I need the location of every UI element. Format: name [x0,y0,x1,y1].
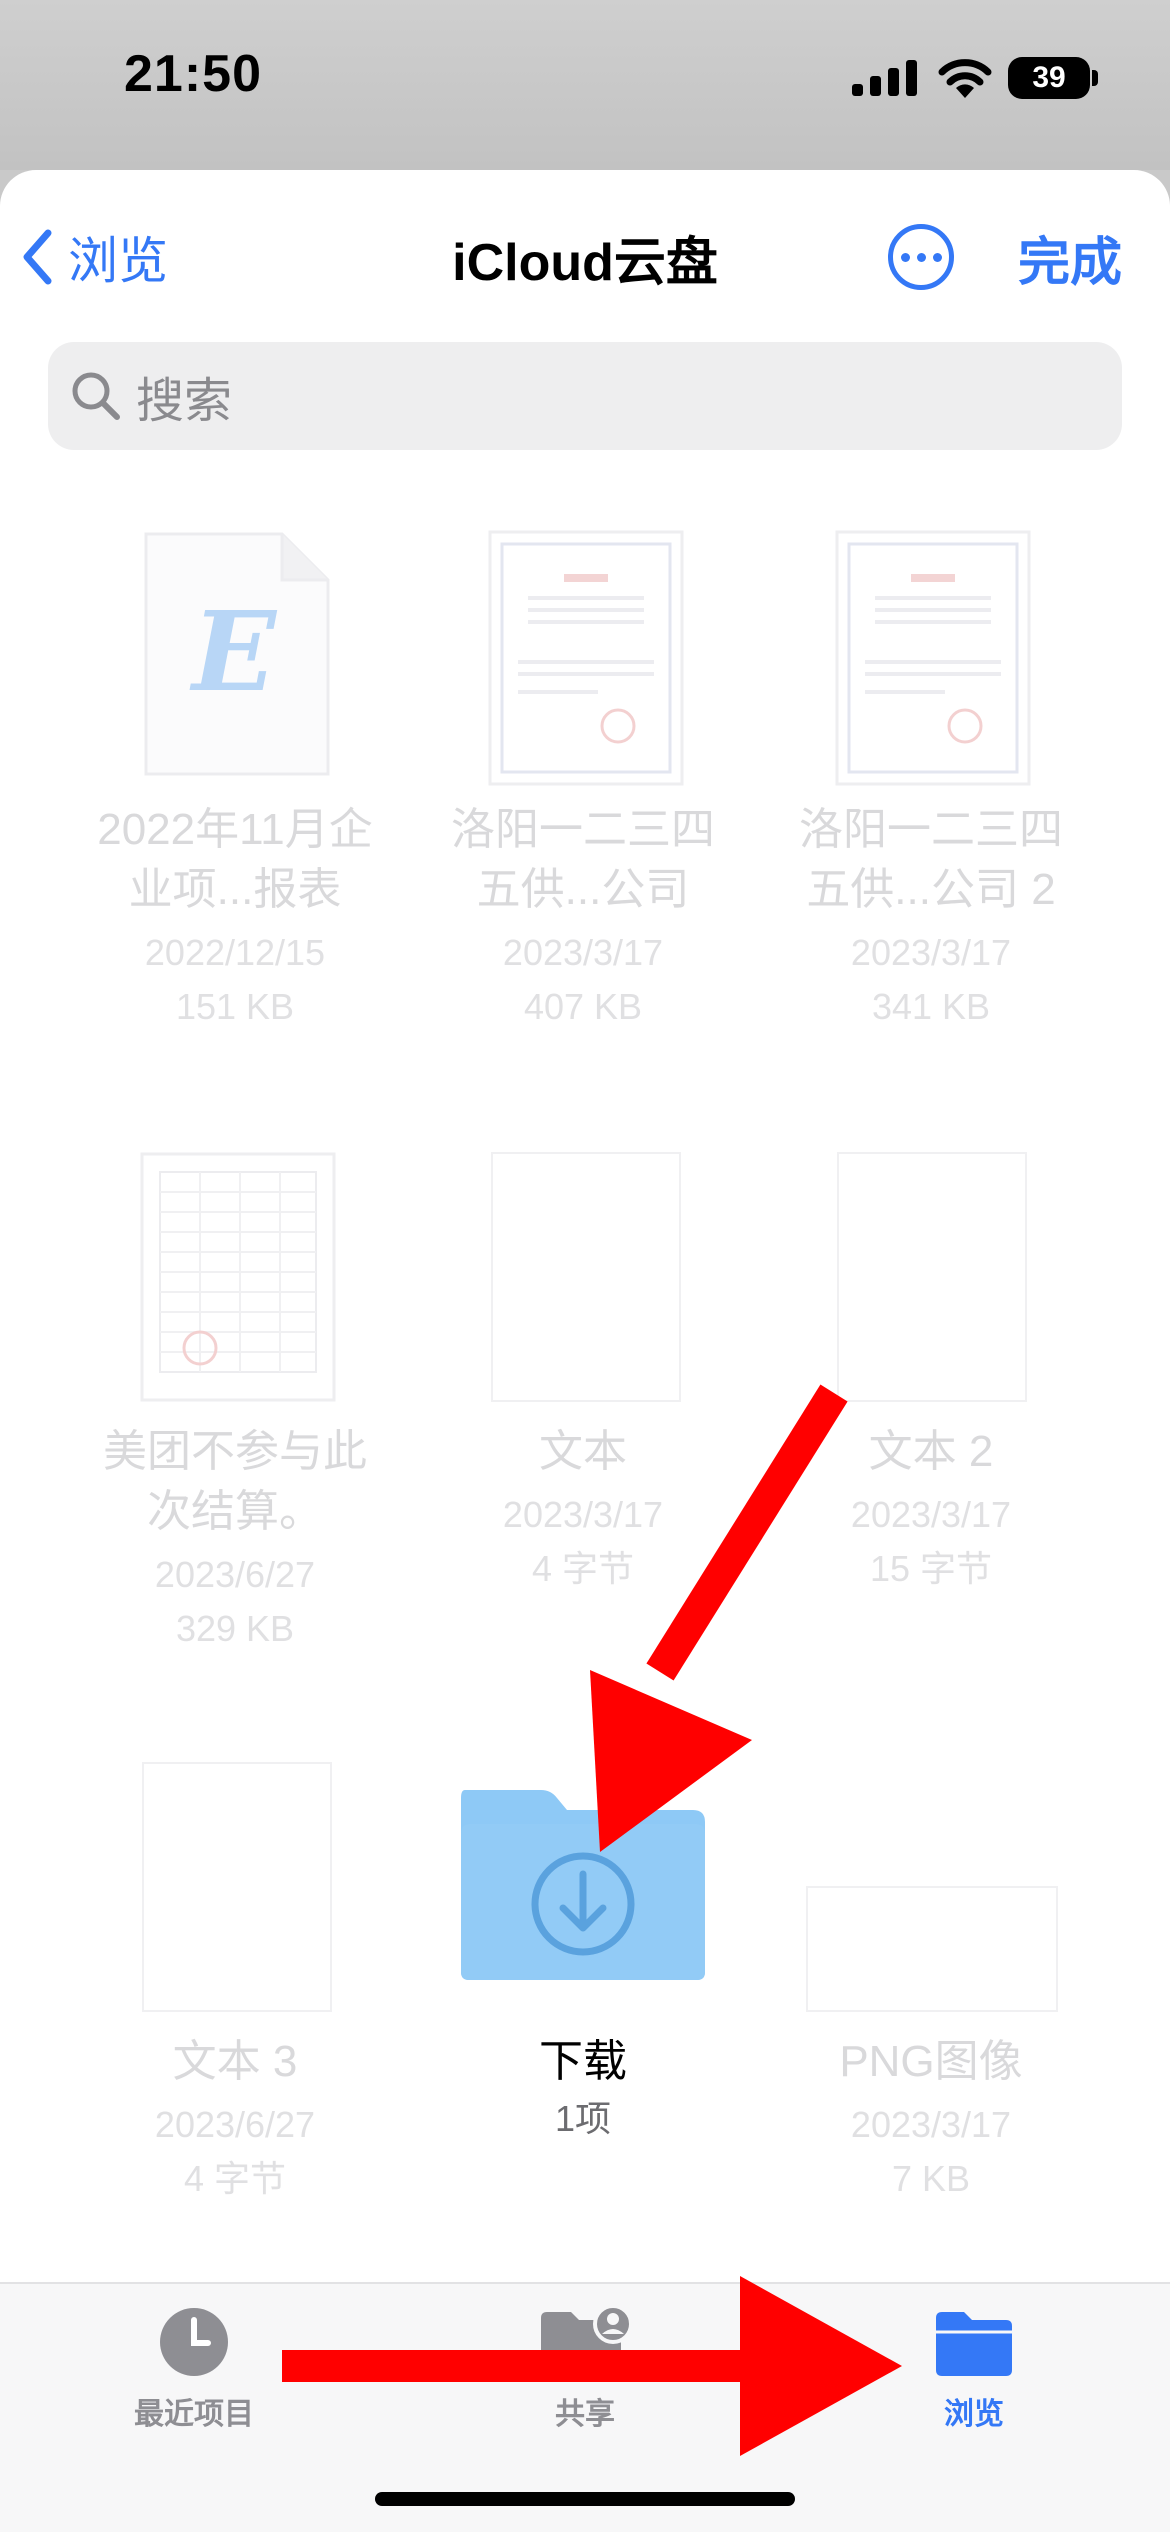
annotation-arrows [282,1384,902,2456]
annotation-arrow-right [282,2276,902,2456]
annotation-arrow-down [590,1384,848,1852]
